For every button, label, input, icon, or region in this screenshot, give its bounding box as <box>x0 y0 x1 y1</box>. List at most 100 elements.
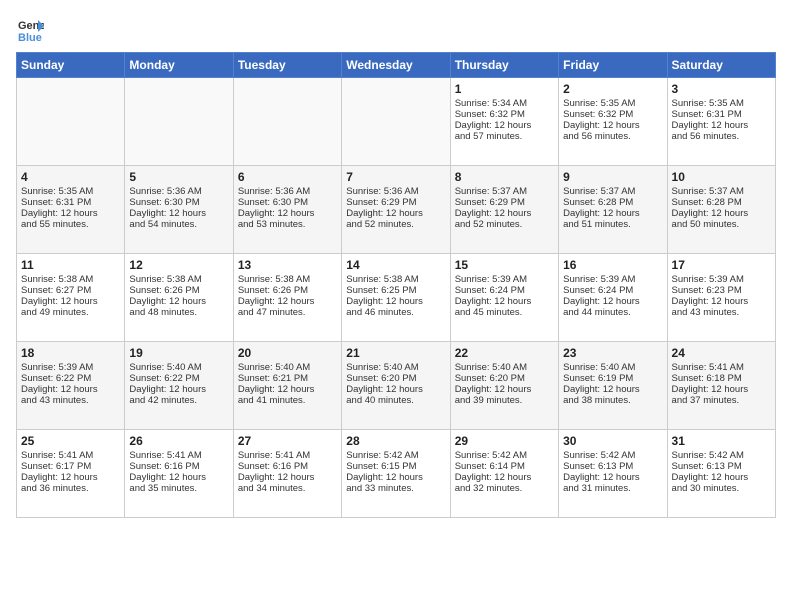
calendar-cell: 13Sunrise: 5:38 AMSunset: 6:26 PMDayligh… <box>233 254 341 342</box>
day-info: Sunset: 6:16 PM <box>129 461 228 472</box>
day-info: Daylight: 12 hours <box>455 208 554 219</box>
day-info: Daylight: 12 hours <box>238 384 337 395</box>
calendar-cell: 6Sunrise: 5:36 AMSunset: 6:30 PMDaylight… <box>233 166 341 254</box>
calendar-cell: 25Sunrise: 5:41 AMSunset: 6:17 PMDayligh… <box>17 430 125 518</box>
day-info: Sunset: 6:22 PM <box>21 373 120 384</box>
day-info: Daylight: 12 hours <box>346 296 445 307</box>
weekday-header: Tuesday <box>233 53 341 78</box>
day-number: 24 <box>672 346 771 360</box>
day-number: 30 <box>563 434 662 448</box>
day-info: Daylight: 12 hours <box>129 208 228 219</box>
day-info: Sunset: 6:15 PM <box>346 461 445 472</box>
day-info: and 53 minutes. <box>238 219 337 230</box>
day-info: Daylight: 12 hours <box>672 120 771 131</box>
day-info: Sunrise: 5:36 AM <box>129 186 228 197</box>
calendar-cell: 10Sunrise: 5:37 AMSunset: 6:28 PMDayligh… <box>667 166 775 254</box>
day-number: 4 <box>21 170 120 184</box>
calendar-week-row: 18Sunrise: 5:39 AMSunset: 6:22 PMDayligh… <box>17 342 776 430</box>
day-info: and 34 minutes. <box>238 483 337 494</box>
day-info: and 51 minutes. <box>563 219 662 230</box>
day-info: Daylight: 12 hours <box>672 472 771 483</box>
day-info: Sunrise: 5:37 AM <box>563 186 662 197</box>
day-info: Sunset: 6:22 PM <box>129 373 228 384</box>
day-info: and 32 minutes. <box>455 483 554 494</box>
day-info: Sunrise: 5:34 AM <box>455 98 554 109</box>
calendar-cell: 26Sunrise: 5:41 AMSunset: 6:16 PMDayligh… <box>125 430 233 518</box>
day-info: Sunrise: 5:42 AM <box>455 450 554 461</box>
calendar-cell: 28Sunrise: 5:42 AMSunset: 6:15 PMDayligh… <box>342 430 450 518</box>
calendar-cell: 23 Sunrise: 5:40 AMSunset: 6:19 PMDayligh… <box>559 342 667 430</box>
calendar-cell: 29Sunrise: 5:42 AMSunset: 6:14 PMDayligh… <box>450 430 558 518</box>
day-number: 8 <box>455 170 554 184</box>
calendar-cell: 2Sunrise: 5:35 AMSunset: 6:32 PMDaylight… <box>559 78 667 166</box>
day-info: Sunset: 6:25 PM <box>346 285 445 296</box>
day-info: Sunrise: 5:35 AM <box>21 186 120 197</box>
weekday-header: Friday <box>559 53 667 78</box>
calendar-cell: 24Sunrise: 5:41 AMSunset: 6:18 PMDayligh… <box>667 342 775 430</box>
day-info: Sunrise: 5:40 AM <box>129 362 228 373</box>
day-number: 26 <box>129 434 228 448</box>
day-number: 14 <box>346 258 445 272</box>
day-info: Sunrise: 5:38 AM <box>346 274 445 285</box>
day-info: Sunset: 6:30 PM <box>238 197 337 208</box>
day-number: 10 <box>672 170 771 184</box>
day-info: Sunrise: 5:37 AM <box>455 186 554 197</box>
day-info: Sunset: 6:29 PM <box>346 197 445 208</box>
calendar-cell <box>342 78 450 166</box>
day-info: and 50 minutes. <box>672 219 771 230</box>
calendar-cell: 22Sunrise: 5:40 AMSunset: 6:20 PMDayligh… <box>450 342 558 430</box>
day-info: Sunrise: 5:41 AM <box>21 450 120 461</box>
day-info: and 39 minutes. <box>455 395 554 406</box>
calendar-cell: 4Sunrise: 5:35 AMSunset: 6:31 PMDaylight… <box>17 166 125 254</box>
day-number: 28 <box>346 434 445 448</box>
day-info: Daylight: 12 hours <box>21 384 120 395</box>
day-info: and 37 minutes. <box>672 395 771 406</box>
day-info: Sunset: 6:28 PM <box>672 197 771 208</box>
day-info: and 41 minutes. <box>238 395 337 406</box>
day-info: Sunrise: 5:35 AM <box>563 98 662 109</box>
day-info: Sunrise: 5:42 AM <box>346 450 445 461</box>
calendar-cell: 27Sunrise: 5:41 AMSunset: 6:16 PMDayligh… <box>233 430 341 518</box>
day-info: Daylight: 12 hours <box>672 296 771 307</box>
logo: General Blue <box>16 16 44 44</box>
day-info: Daylight: 12 hours <box>563 384 662 395</box>
day-info: Daylight: 12 hours <box>455 472 554 483</box>
calendar-cell <box>125 78 233 166</box>
weekday-header: Thursday <box>450 53 558 78</box>
calendar-table: SundayMondayTuesdayWednesdayThursdayFrid… <box>16 52 776 518</box>
day-info: Daylight: 12 hours <box>129 296 228 307</box>
calendar-cell: 11Sunrise: 5:38 AMSunset: 6:27 PMDayligh… <box>17 254 125 342</box>
calendar-cell <box>17 78 125 166</box>
logo-icon: General Blue <box>16 16 44 44</box>
day-info: Sunrise: 5:37 AM <box>672 186 771 197</box>
day-number: 6 <box>238 170 337 184</box>
day-info: Sunset: 6:23 PM <box>672 285 771 296</box>
day-info: Sunset: 6:18 PM <box>672 373 771 384</box>
day-info: Sunrise: 5:39 AM <box>455 274 554 285</box>
calendar-week-row: 11 Sunrise: 5:38 AM Sunset: 6:27 PM Dayligh… <box>17 254 776 342</box>
day-info: and 52 minutes. <box>455 219 554 230</box>
day-info: and 45 minutes. <box>455 307 554 318</box>
calendar-cell: 8Sunrise: 5:37 AMSunset: 6:29 PMDaylight… <box>450 166 558 254</box>
day-info: Sunset: 6:19 PM <box>563 373 662 384</box>
day-info: and 31 minutes. <box>563 483 662 494</box>
day-info: Sunrise: 5:40 AM <box>238 362 337 373</box>
day-number: 11 <box>21 258 120 272</box>
day-info: Daylight: 12 hours <box>563 120 662 131</box>
day-info: and 48 minutes. <box>129 307 228 318</box>
day-info: Sunset: 6:27 PM <box>21 285 120 296</box>
day-info: Sunrise: 5:40 AM <box>563 362 662 373</box>
day-info: and 30 minutes. <box>672 483 771 494</box>
day-number: 7 <box>346 170 445 184</box>
day-info: Sunrise: 5:35 AM <box>672 98 771 109</box>
calendar-cell: 31Sunrise: 5:42 AMSunset: 6:13 PMDayligh… <box>667 430 775 518</box>
day-number: 23 <box>563 346 662 360</box>
page-header: General Blue <box>16 16 776 44</box>
calendar-cell: 14 Sunrise: 5:38 AMSunset: 6:25 PMDayligh… <box>342 254 450 342</box>
day-info: Daylight: 12 hours <box>455 296 554 307</box>
day-number: 19 <box>129 346 228 360</box>
calendar-cell <box>233 78 341 166</box>
day-number: 22 <box>455 346 554 360</box>
calendar-cell: 15Sunrise: 5:39 AMSunset: 6:24 PMDayligh… <box>450 254 558 342</box>
day-info: Sunset: 6:20 PM <box>346 373 445 384</box>
